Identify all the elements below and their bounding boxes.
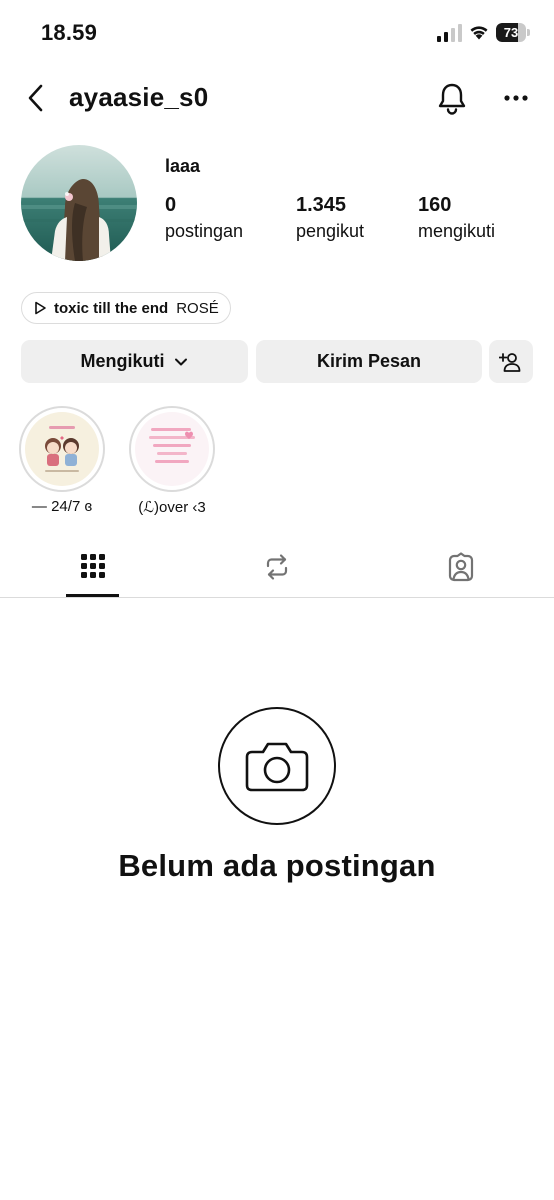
following-button[interactable]: Mengikuti <box>21 340 248 383</box>
highlight-label: (ℒ)over ‹3 <box>138 499 206 516</box>
highlight-ring <box>129 406 215 492</box>
repost-icon <box>266 554 288 580</box>
battery-level: 73 <box>503 25 519 40</box>
chevron-left-icon <box>28 84 43 112</box>
empty-state-message: Belum ada postingan <box>118 848 436 883</box>
profile-music-pill[interactable]: toxic till the end ROSÉ <box>21 292 231 324</box>
story-highlight[interactable]: — 24/7 ɞ <box>19 406 105 515</box>
status-time: 18.59 <box>41 20 98 45</box>
profile-content-tabs <box>0 544 554 598</box>
music-artist: ROSÉ <box>176 299 219 317</box>
tagged-user-icon <box>448 552 474 582</box>
profile-display-name: laaa <box>165 156 201 176</box>
send-message-label: Kirim Pesan <box>316 351 422 371</box>
add-user-icon <box>499 352 521 372</box>
battery-icon: 73 <box>496 23 530 42</box>
more-horizontal-icon <box>504 95 528 101</box>
cellular-signal-icon <box>437 24 462 42</box>
music-title: toxic till the end <box>54 299 169 317</box>
tab-reposts[interactable] <box>207 544 347 598</box>
following-count: 160 <box>418 194 452 216</box>
posts-count: 0 <box>165 194 177 216</box>
profile-avatar[interactable] <box>21 145 137 261</box>
grid-icon <box>81 554 105 578</box>
followers-label: pengikut <box>296 221 365 241</box>
chevron-down-icon <box>174 358 187 365</box>
highlight-label: — 24/7 ɞ <box>31 498 93 515</box>
profile-username: ayaasie_s0 <box>69 82 209 112</box>
wifi-icon <box>470 26 488 40</box>
back-button[interactable] <box>22 82 52 114</box>
highlight-ring <box>19 406 105 492</box>
profile-header: ayaasie_s0 <box>0 70 554 126</box>
avatar-image <box>21 145 137 261</box>
camera-icon <box>245 742 309 792</box>
empty-state-camera-circle <box>218 707 336 825</box>
tab-posts-grid[interactable] <box>23 544 163 598</box>
notifications-button[interactable] <box>434 80 470 116</box>
suggested-users-button[interactable] <box>489 340 533 383</box>
play-icon <box>35 301 46 315</box>
following-label: mengikuti <box>418 221 496 241</box>
highlight-cover-image <box>25 412 99 486</box>
following-button-label: Mengikuti <box>80 351 165 371</box>
bell-icon <box>438 83 466 115</box>
status-bar: 18.59 73 <box>0 0 554 66</box>
following-count-stat[interactable]: 160 mengikuti <box>418 194 495 242</box>
tab-tagged[interactable] <box>391 544 531 598</box>
followers-count-stat[interactable]: 1.345 pengikut <box>296 194 364 242</box>
followers-count: 1.345 <box>296 194 347 216</box>
posts-count-stat: 0 postingan <box>165 194 243 242</box>
story-highlight[interactable]: (ℒ)over ‹3 <box>129 406 215 516</box>
highlight-cover-image <box>135 412 209 486</box>
more-options-button[interactable] <box>500 84 532 112</box>
send-message-button[interactable]: Kirim Pesan <box>256 340 482 383</box>
active-tab-indicator <box>66 594 119 597</box>
posts-label: postingan <box>165 221 244 241</box>
